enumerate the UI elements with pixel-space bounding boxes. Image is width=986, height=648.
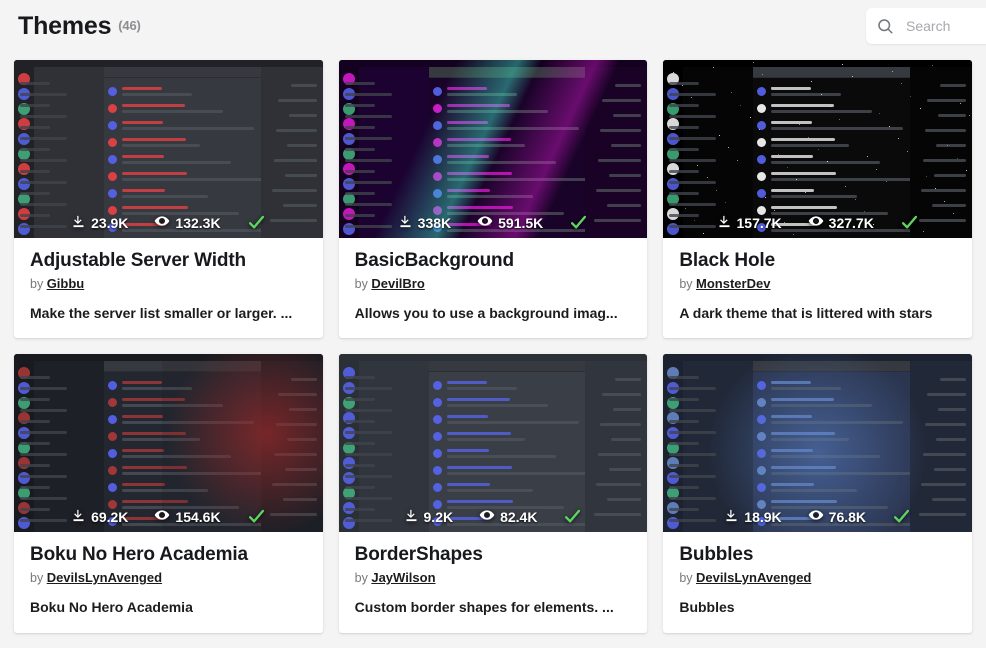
themes-grid: 23.9K 132.3K Adjustable Server Width by … [0,52,986,633]
theme-title[interactable]: Black Hole [679,250,956,272]
theme-author-link[interactable]: MonsterDev [696,276,770,291]
by-label: by [679,571,693,586]
theme-description: Make the server list smaller or larger. … [30,304,293,321]
thumbnail-preview-image [338,354,648,533]
search-icon [876,17,894,35]
theme-thumbnail[interactable]: 23.9K 132.3K [14,60,323,238]
theme-thumbnail[interactable]: 9.2K 82.4K [338,354,648,533]
search-box[interactable] [866,8,986,44]
theme-byline: by JayWilson [355,570,632,585]
by-label: by [354,571,368,586]
search-input[interactable] [906,18,986,34]
theme-byline: by DevilsLynAvenged [679,570,956,585]
theme-card-3[interactable]: 157.7K 327.7K Black Hole by MonsterDev A… [663,60,972,339]
theme-description: Bubbles [679,599,735,616]
theme-author-link[interactable]: DevilsLynAvenged [47,570,162,585]
by-label: by [679,276,693,291]
theme-card-4[interactable]: 69.2K 154.6K Boku No Hero Academia by De… [14,354,323,633]
theme-card-body: Bubbles by DevilsLynAvenged Bubbles [663,532,972,632]
by-label: by [354,276,368,291]
page-item-count: (46) [118,17,141,33]
page-header: Themes (46) [0,0,986,52]
thumbnail-preview-image [663,354,972,533]
theme-description: Boku No Hero Academia [30,599,193,616]
theme-title[interactable]: Bubbles [679,544,956,566]
page-title: Themes (46) [18,11,141,40]
theme-card-2[interactable]: 338K 591.5K BasicBackground by DevilBro … [338,60,648,339]
theme-thumbnail[interactable]: 18.9K 76.8K [663,354,972,533]
thumbnail-preview-image [14,60,323,238]
theme-card-body: BasicBackground by DevilBro Allows you t… [339,238,648,338]
by-label: by [30,571,44,586]
thumbnail-preview-image [14,354,323,533]
theme-title[interactable]: Adjustable Server Width [30,250,307,272]
theme-author-link[interactable]: DevilsLynAvenged [696,570,811,585]
theme-card-1[interactable]: 23.9K 132.3K Adjustable Server Width by … [14,60,323,339]
theme-card-6[interactable]: 18.9K 76.8K Bubbles by DevilsLynAvenged … [663,354,972,633]
theme-card-5[interactable]: 9.2K 82.4K BorderShapes by JayWilson Cus… [338,354,648,633]
theme-title[interactable]: Boku No Hero Academia [30,544,307,566]
thumbnail-preview-image [663,60,972,238]
theme-thumbnail[interactable]: 338K 591.5K [338,60,648,238]
theme-title[interactable]: BasicBackground [355,250,632,272]
page-title-text: Themes [18,11,112,40]
theme-thumbnail[interactable]: 157.7K 327.7K [663,60,972,238]
theme-byline: by DevilsLynAvenged [30,570,307,585]
theme-description: Custom border shapes for elements. ... [354,599,614,616]
thumbnail-preview-image [338,60,648,238]
by-label: by [30,276,44,291]
theme-author-link[interactable]: Gibbu [47,276,85,291]
theme-card-body: Boku No Hero Academia by DevilsLynAvenge… [14,532,323,632]
theme-card-body: Adjustable Server Width by Gibbu Make th… [14,238,323,338]
theme-description: A dark theme that is littered with stars [679,304,933,321]
theme-description: Allows you to use a background imag... [354,304,618,321]
theme-author-link[interactable]: DevilBro [371,276,424,291]
theme-title[interactable]: BorderShapes [355,544,632,566]
theme-card-body: BorderShapes by JayWilson Custom border … [339,532,648,632]
theme-byline: by DevilBro [355,276,632,291]
theme-byline: by Gibbu [30,276,307,291]
theme-author-link[interactable]: JayWilson [371,570,435,585]
theme-byline: by MonsterDev [679,276,956,291]
theme-card-body: Black Hole by MonsterDev A dark theme th… [663,238,972,338]
theme-thumbnail[interactable]: 69.2K 154.6K [14,354,323,533]
